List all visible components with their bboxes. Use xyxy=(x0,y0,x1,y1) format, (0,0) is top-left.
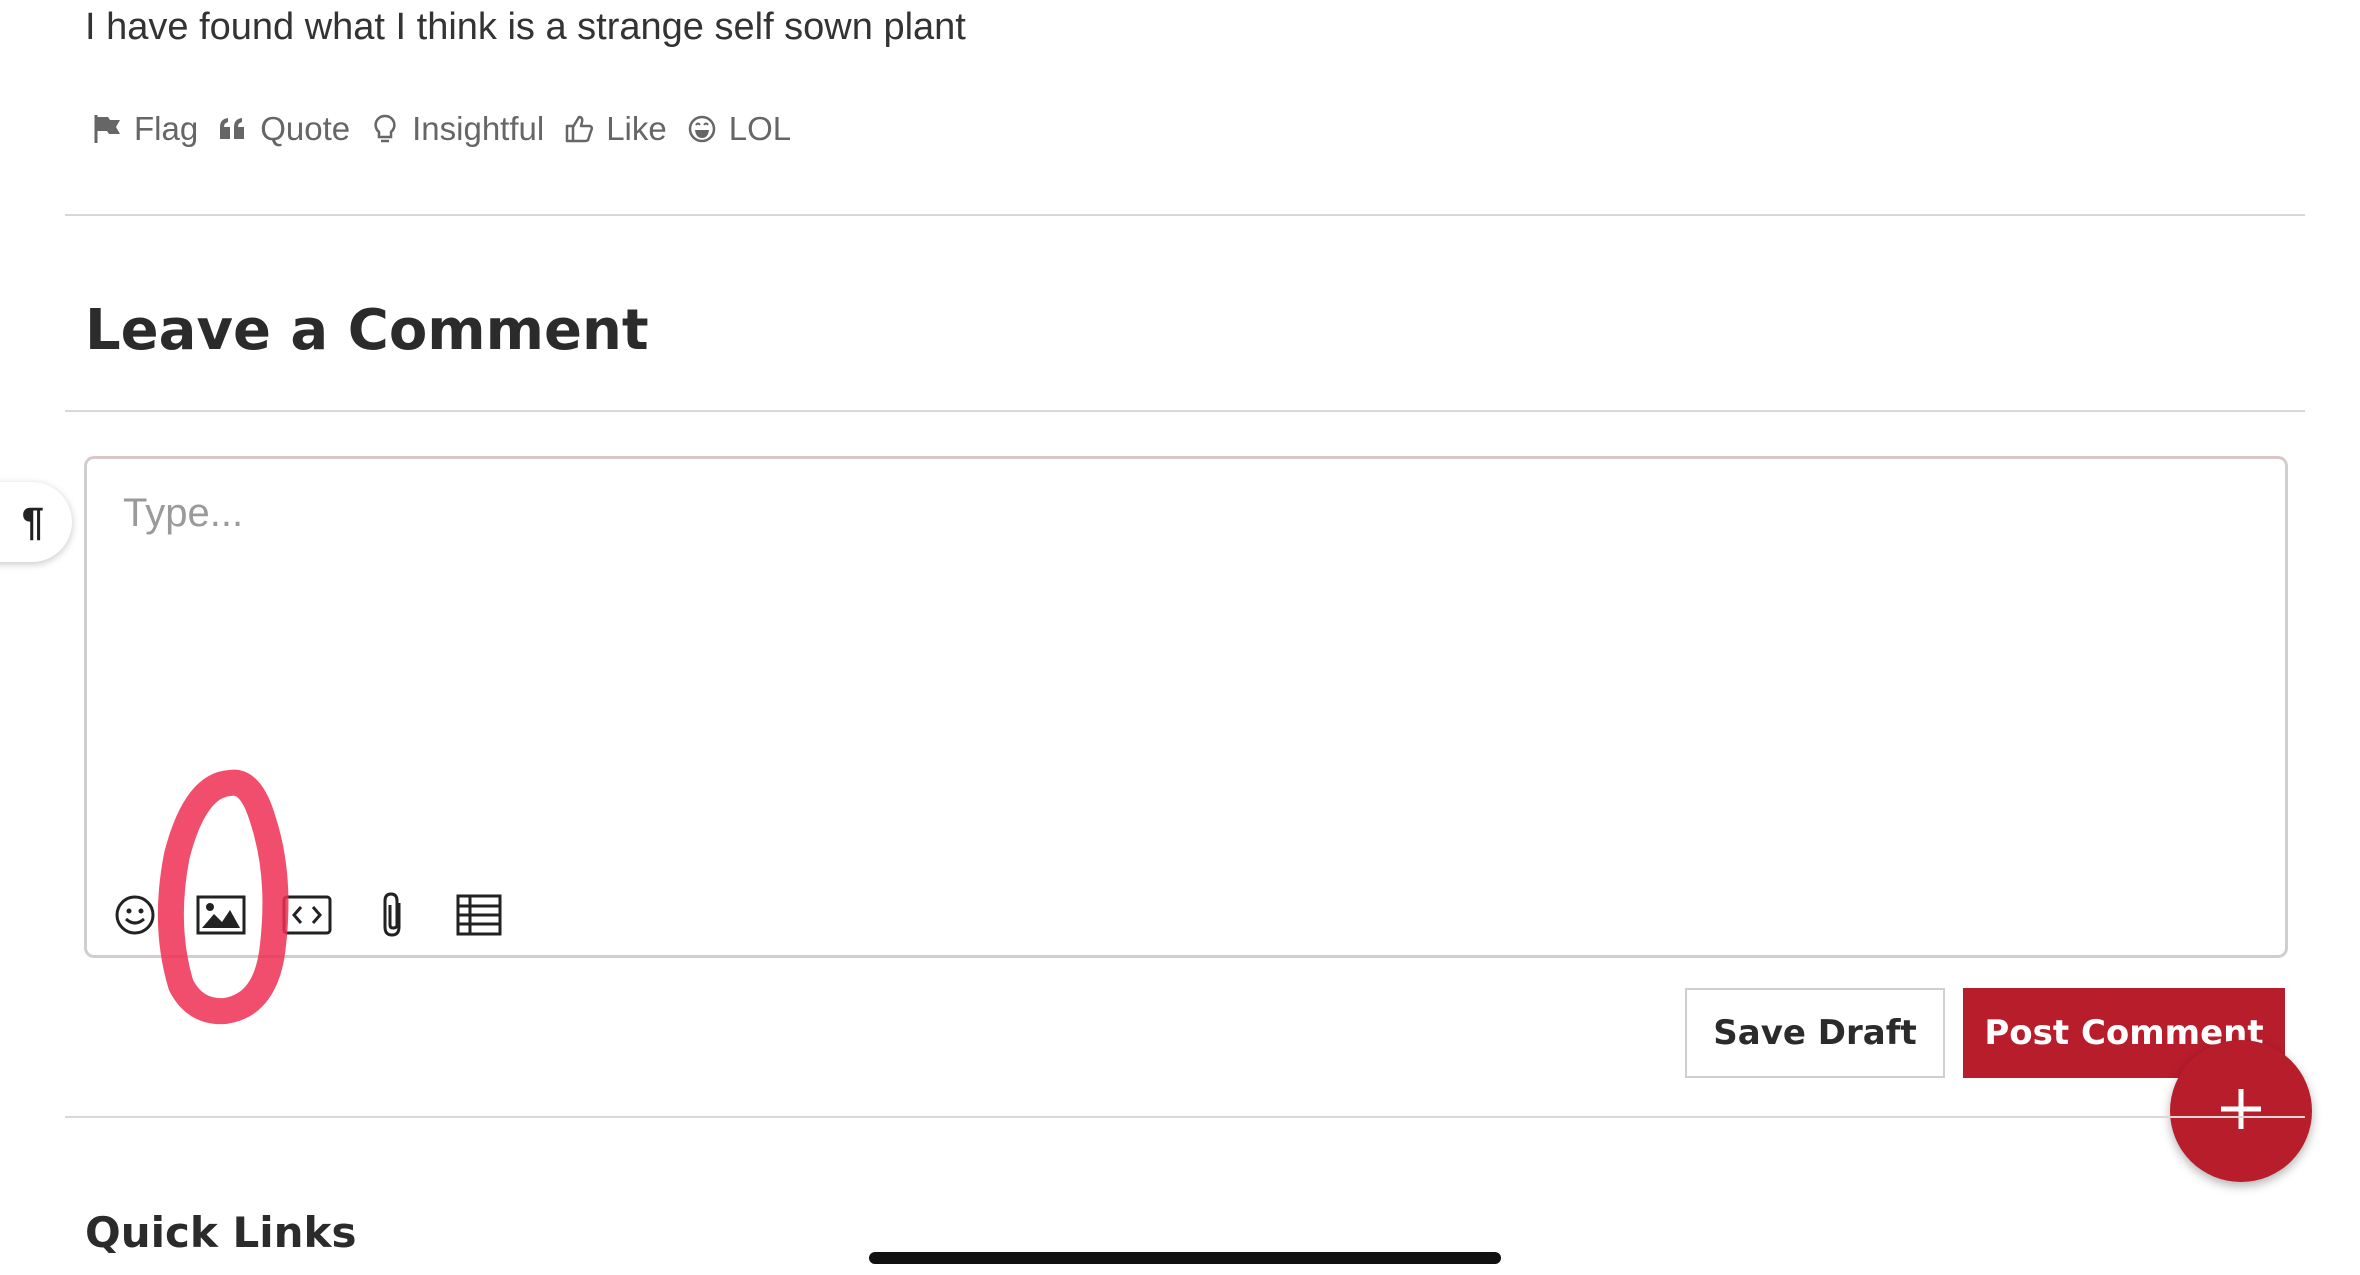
divider xyxy=(65,214,2305,216)
plus-icon xyxy=(2217,1085,2265,1138)
attachment-icon xyxy=(375,889,411,941)
flag-icon xyxy=(92,113,122,145)
page: I have found what I think is a strange s… xyxy=(0,0,2360,1275)
quick-links-heading: Quick Links xyxy=(85,1208,357,1257)
table-icon xyxy=(456,894,502,936)
insert-image-button[interactable] xyxy=(195,889,247,941)
editor-toolbar xyxy=(109,889,505,941)
thumbs-up-icon xyxy=(564,113,594,145)
laughing-face-icon xyxy=(687,113,717,145)
leave-comment-heading: Leave a Comment xyxy=(85,298,649,363)
attach-file-button[interactable] xyxy=(367,889,419,941)
floating-add-button[interactable] xyxy=(2170,1040,2312,1182)
quote-icon xyxy=(218,113,248,145)
lightbulb-icon xyxy=(370,113,400,145)
insightful-button[interactable]: Insightful xyxy=(370,110,544,148)
insert-table-button[interactable] xyxy=(453,889,505,941)
flag-button[interactable]: Flag xyxy=(92,110,198,148)
code-icon xyxy=(282,895,332,935)
save-draft-button[interactable]: Save Draft xyxy=(1685,988,1945,1078)
like-label: Like xyxy=(606,110,667,147)
insightful-label: Insightful xyxy=(412,110,545,147)
quote-button[interactable]: Quote xyxy=(218,110,350,148)
paragraph-format-button[interactable]: ¶ xyxy=(0,482,72,562)
insert-code-button[interactable] xyxy=(281,889,333,941)
post-body-text: I have found what I think is a strange s… xyxy=(85,6,966,48)
emoji-icon xyxy=(114,894,156,936)
reaction-bar: Flag Quote Insightful Like LOL xyxy=(92,110,791,148)
divider xyxy=(65,410,2305,412)
divider xyxy=(65,1116,2305,1118)
paragraph-icon: ¶ xyxy=(21,499,44,544)
quote-label: Quote xyxy=(260,110,351,147)
image-icon xyxy=(196,895,246,935)
lol-label: LOL xyxy=(728,110,792,147)
like-button[interactable]: Like xyxy=(564,110,667,148)
comment-input[interactable] xyxy=(121,489,2225,793)
emoji-button[interactable] xyxy=(109,889,161,941)
home-indicator[interactable] xyxy=(869,1252,1501,1264)
flag-label: Flag xyxy=(134,110,199,147)
comment-editor xyxy=(84,456,2288,958)
lol-button[interactable]: LOL xyxy=(687,110,791,148)
